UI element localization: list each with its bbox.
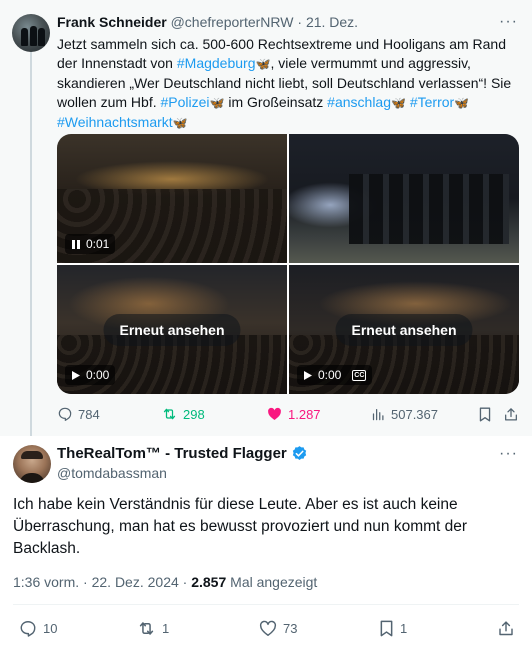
video-time-chip: 0:01 <box>65 234 116 254</box>
hashtag-magdeburg[interactable]: #Magdeburg <box>177 55 256 71</box>
reply-icon <box>58 407 72 421</box>
avatar[interactable] <box>12 14 50 52</box>
play-icon[interactable] <box>303 370 313 381</box>
play-icon[interactable] <box>71 370 81 381</box>
tweet-time[interactable]: 1:36 vorm. <box>13 574 79 590</box>
heart-icon <box>268 407 281 420</box>
author-name-row[interactable]: TheRealTom™ - Trusted Flagger <box>57 445 308 462</box>
heart-icon <box>259 620 277 636</box>
avatar[interactable] <box>13 445 51 483</box>
text-segment: im Großeinsatz <box>224 94 328 110</box>
video-time: 0:01 <box>86 237 110 251</box>
analytics-icon <box>372 409 384 421</box>
replay-button[interactable]: Erneut ansehen <box>103 314 241 346</box>
author-handle[interactable]: @tomdabassman <box>57 465 167 481</box>
video-time: 0:00 <box>86 368 110 382</box>
like-count: 73 <box>283 620 298 636</box>
hashtag-polizei[interactable]: #Polizei <box>160 94 209 110</box>
action-bar: 10 1 73 1 <box>0 618 532 638</box>
bookmark-icon <box>479 407 491 421</box>
repost-icon <box>163 408 176 420</box>
separator: · <box>83 574 88 590</box>
share-button[interactable] <box>497 618 515 638</box>
butterfly-icon: 🦋 <box>391 96 406 110</box>
repost-button[interactable]: 298 <box>161 404 205 424</box>
share-icon <box>499 620 513 635</box>
author-name[interactable]: Frank Schneider <box>57 14 167 30</box>
views-count: 507.367 <box>391 406 438 422</box>
bookmark-icon <box>380 620 393 636</box>
author-name[interactable]: TheRealTom™ - Trusted Flagger <box>57 445 287 462</box>
video-thumbnail[interactable]: Erneut ansehen 0:00 <box>57 265 287 394</box>
author-handle[interactable]: @chefreporterNRW <box>171 14 294 30</box>
parent-tweet[interactable]: Frank Schneider @chefreporterNRW · 21. D… <box>0 0 532 436</box>
views-button[interactable]: 507.367 <box>371 404 438 424</box>
separator: · <box>297 14 303 30</box>
video-thumbnail[interactable]: Erneut ansehen 0:00 CC <box>289 265 519 394</box>
tweet-header: Frank Schneider @chefreporterNRW · 21. D… <box>57 14 358 30</box>
hashtag-weihnachtsmarkt[interactable]: #Weihnachtsmarkt <box>57 114 173 130</box>
reply-count: 784 <box>78 406 100 422</box>
butterfly-icon: 🦋 <box>209 96 225 110</box>
bookmark-button[interactable] <box>478 404 492 424</box>
share-icon <box>505 407 517 420</box>
views-count: 2.857 <box>191 574 227 590</box>
main-tweet: TheRealTom™ - Trusted Flagger @tomdabass… <box>0 436 532 647</box>
hashtag-anschlag[interactable]: #anschlag <box>327 94 391 110</box>
verified-badge-icon[interactable] <box>291 445 308 462</box>
butterfly-icon: 🦋 <box>454 96 470 110</box>
reply-count: 10 <box>43 620 58 636</box>
tweet-text: Jetzt sammeln sich ca. 500-600 Rechtsext… <box>57 35 517 133</box>
video-time-chip: 0:00 <box>65 365 116 385</box>
views-label: Mal angezeigt <box>230 574 318 590</box>
more-options-icon[interactable]: ··· <box>499 14 518 30</box>
bookmark-count: 1 <box>400 620 408 636</box>
video-thumbnail[interactable] <box>289 134 519 263</box>
like-count: 1.287 <box>288 406 321 422</box>
like-button[interactable]: 73 <box>258 618 297 638</box>
butterfly-icon: 🦋 <box>172 116 188 130</box>
tweet-meta: 1:36 vorm. · 22. Dez. 2024 · 2.857 Mal a… <box>13 574 317 590</box>
reply-button[interactable]: 10 <box>18 618 57 638</box>
media-grid: 0:01 Erneut ansehen 0:00 Erneut ansehen … <box>57 134 519 394</box>
separator: · <box>182 574 188 590</box>
captions-icon[interactable]: CC <box>352 369 367 381</box>
butterfly-icon: 🦋 <box>255 57 271 71</box>
tweet-date[interactable]: 22. Dez. 2024 <box>92 574 179 590</box>
repost-icon <box>139 621 154 635</box>
more-options-icon[interactable]: ··· <box>499 446 518 462</box>
video-time: 0:00 <box>318 368 342 382</box>
repost-count: 1 <box>162 620 170 636</box>
share-button[interactable] <box>503 404 519 424</box>
repost-button[interactable]: 1 <box>136 618 169 638</box>
reply-icon <box>20 620 36 637</box>
reply-button[interactable]: 784 <box>57 404 100 424</box>
video-time-chip: 0:00 CC <box>297 365 373 385</box>
tweet-text: Ich habe kein Verständnis für diese Leut… <box>13 496 468 557</box>
thread-line <box>30 52 32 436</box>
hashtag-terror[interactable]: #Terror <box>410 94 454 110</box>
like-button[interactable]: 1.287 <box>266 404 321 424</box>
video-thumbnail[interactable]: 0:01 <box>57 134 287 263</box>
repost-count: 298 <box>183 406 205 422</box>
bookmark-button[interactable]: 1 <box>378 618 407 638</box>
action-bar: 784 298 1.287 507.367 <box>57 404 519 424</box>
pause-icon[interactable] <box>71 239 81 250</box>
divider <box>13 604 519 605</box>
replay-button[interactable]: Erneut ansehen <box>335 314 473 346</box>
tweet-date[interactable]: 21. Dez. <box>306 14 358 30</box>
